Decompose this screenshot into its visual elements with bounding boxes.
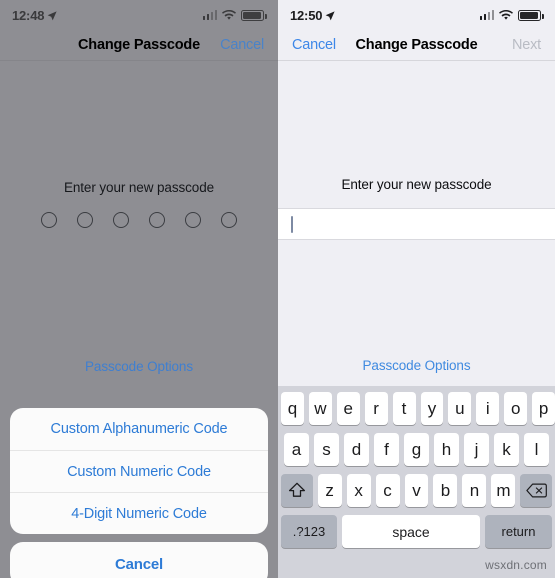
passcode-dot xyxy=(221,212,237,228)
action-sheet-item-numeric[interactable]: Custom Numeric Code xyxy=(10,450,268,492)
cellular-bars-icon xyxy=(479,10,494,20)
passcode-input-field[interactable] xyxy=(278,208,555,240)
right-nav-cancel-button[interactable]: Cancel xyxy=(292,37,336,53)
action-sheet-cancel-button[interactable]: Cancel xyxy=(10,542,268,578)
key-f[interactable]: f xyxy=(374,433,399,466)
location-arrow-icon xyxy=(325,10,335,21)
action-sheet-item-alphanumeric[interactable]: Custom Alphanumeric Code xyxy=(10,408,268,450)
right-status-right xyxy=(479,9,544,21)
key-g[interactable]: g xyxy=(404,433,429,466)
key-u[interactable]: u xyxy=(448,392,472,425)
key-z[interactable]: z xyxy=(317,474,342,507)
wifi-icon xyxy=(222,9,236,21)
status-time: 12:48 xyxy=(12,7,45,23)
key-c[interactable]: c xyxy=(375,474,400,507)
cellular-bars-icon xyxy=(202,10,217,20)
right-phone-panel: 12:50 Cancel Change Passcode Next Enter … xyxy=(278,0,555,578)
keyboard-row-4: .?123 space return xyxy=(278,515,555,548)
right-status-left: 12:50 xyxy=(290,8,335,23)
key-k[interactable]: k xyxy=(494,433,519,466)
text-caret xyxy=(291,215,293,233)
passcode-dots xyxy=(0,212,278,228)
passcode-dot xyxy=(77,212,93,228)
key-e[interactable]: e xyxy=(336,392,360,425)
backspace-icon[interactable] xyxy=(520,474,553,507)
key-q[interactable]: q xyxy=(280,392,304,425)
key-v[interactable]: v xyxy=(404,474,429,507)
right-passcode-options-link[interactable]: Passcode Options xyxy=(278,358,555,373)
key-s[interactable]: s xyxy=(314,433,339,466)
shift-arrow-glyph xyxy=(288,482,306,499)
shift-icon[interactable] xyxy=(280,474,313,507)
key-j[interactable]: j xyxy=(464,433,489,466)
passcode-dot xyxy=(41,212,57,228)
wifi-icon xyxy=(499,9,513,21)
location-arrow-icon xyxy=(47,10,57,21)
passcode-dot xyxy=(185,212,201,228)
right-passcode-prompt: Enter your new passcode xyxy=(341,177,492,192)
key-t[interactable]: t xyxy=(392,392,416,425)
action-sheet-item-4digit[interactable]: 4-Digit Numeric Code xyxy=(10,492,268,534)
keyboard-row-3: z x c v b n m xyxy=(278,474,555,507)
key-i[interactable]: i xyxy=(476,392,500,425)
battery-icon xyxy=(518,9,544,21)
return-key[interactable]: return xyxy=(485,515,552,548)
key-o[interactable]: o xyxy=(504,392,528,425)
key-x[interactable]: x xyxy=(346,474,371,507)
key-r[interactable]: r xyxy=(364,392,388,425)
space-key[interactable]: space xyxy=(342,515,480,548)
left-status-bar: 12:48 xyxy=(0,0,278,30)
keyboard-row-2: a s d f g h j k l xyxy=(278,433,555,466)
left-phone-panel: 12:48 Change Passcode Cancel Enter your … xyxy=(0,0,278,578)
action-sheet: Custom Alphanumeric Code Custom Numeric … xyxy=(10,408,268,578)
battery-icon xyxy=(241,9,267,21)
left-passcode-options-link[interactable]: Passcode Options xyxy=(0,359,278,374)
action-sheet-options-group: Custom Alphanumeric Code Custom Numeric … xyxy=(10,408,268,534)
passcode-dot xyxy=(149,212,165,228)
numbers-key[interactable]: .?123 xyxy=(281,515,337,548)
left-nav-bar: Change Passcode Cancel xyxy=(0,30,278,60)
backspace-glyph xyxy=(526,483,547,498)
key-a[interactable]: a xyxy=(284,433,309,466)
left-nav-cancel-button[interactable]: Cancel xyxy=(220,37,264,53)
left-panel-body: Enter your new passcode Passcode Options… xyxy=(0,61,278,578)
dual-screenshot-stage: 12:48 Change Passcode Cancel Enter your … xyxy=(0,0,555,578)
key-w[interactable]: w xyxy=(308,392,332,425)
key-b[interactable]: b xyxy=(433,474,458,507)
status-time: 12:50 xyxy=(290,7,323,23)
left-status-left: 12:48 xyxy=(12,8,57,23)
watermark: wsxdn.com xyxy=(485,558,547,572)
key-h[interactable]: h xyxy=(434,433,459,466)
key-p[interactable]: p xyxy=(532,392,555,425)
key-n[interactable]: n xyxy=(462,474,487,507)
right-nav-bar: Cancel Change Passcode Next xyxy=(278,30,555,60)
right-nav-next-button[interactable]: Next xyxy=(512,37,541,53)
left-passcode-prompt: Enter your new passcode xyxy=(63,180,215,195)
right-status-bar: 12:50 xyxy=(278,0,555,30)
onscreen-keyboard: q w e r t y u i o p a s d f g h j k l z … xyxy=(278,386,555,578)
keyboard-row-1: q w e r t y u i o p xyxy=(278,392,555,425)
left-status-right xyxy=(202,9,267,21)
right-panel-body: Enter your new passcode Passcode Options… xyxy=(278,61,555,578)
key-m[interactable]: m xyxy=(491,474,516,507)
key-y[interactable]: y xyxy=(420,392,444,425)
passcode-dot xyxy=(113,212,129,228)
key-d[interactable]: d xyxy=(344,433,369,466)
key-l[interactable]: l xyxy=(524,433,549,466)
